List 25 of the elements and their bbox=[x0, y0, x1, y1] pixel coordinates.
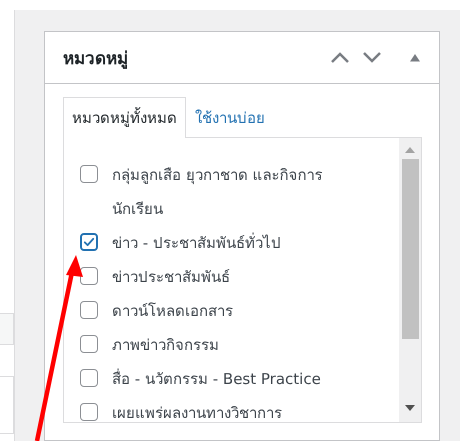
category-label: ข่าวประชาสัมพันธ์ bbox=[112, 267, 230, 288]
checkbox[interactable] bbox=[80, 335, 98, 353]
category-tab[interactable]: ใช้งานบ่อย bbox=[186, 97, 274, 138]
category-label: ภาพข่าวกิจกรรม bbox=[112, 335, 219, 356]
collapse-icon[interactable] bbox=[409, 53, 421, 62]
checkbox[interactable] bbox=[80, 301, 98, 319]
category-label: ข่าว - ประชาสัมพันธ์ทั่วไป bbox=[112, 232, 281, 254]
move-up-icon[interactable] bbox=[331, 52, 349, 63]
panel-title: หมวดหมู่ bbox=[63, 48, 129, 71]
checkbox[interactable] bbox=[80, 369, 98, 387]
category-label: สื่อ - นวัตกรรม - Best Practice bbox=[112, 368, 321, 390]
category-label: กลุ่มลูกเสือ ยุวกาชาด และกิจการ นักเรียน bbox=[112, 165, 324, 220]
category-label: เผยแพร่ผลงานทางวิชาการ bbox=[112, 403, 282, 422]
category-label: ดาวน์โหลดเอกสาร bbox=[112, 301, 233, 322]
move-down-icon[interactable] bbox=[363, 52, 381, 63]
scroll-down-icon[interactable] bbox=[405, 405, 415, 411]
category-tab[interactable]: หมวดหมู่ทั้งหมด bbox=[63, 97, 186, 138]
scroll-up-icon[interactable] bbox=[405, 147, 415, 153]
checkbox[interactable] bbox=[80, 233, 98, 251]
scrollbar-thumb[interactable] bbox=[402, 159, 418, 339]
checkbox[interactable] bbox=[80, 267, 98, 285]
checkbox[interactable] bbox=[80, 403, 98, 421]
checkbox[interactable] bbox=[80, 165, 98, 183]
scrollbar[interactable] bbox=[399, 138, 421, 422]
check-icon bbox=[82, 235, 96, 249]
